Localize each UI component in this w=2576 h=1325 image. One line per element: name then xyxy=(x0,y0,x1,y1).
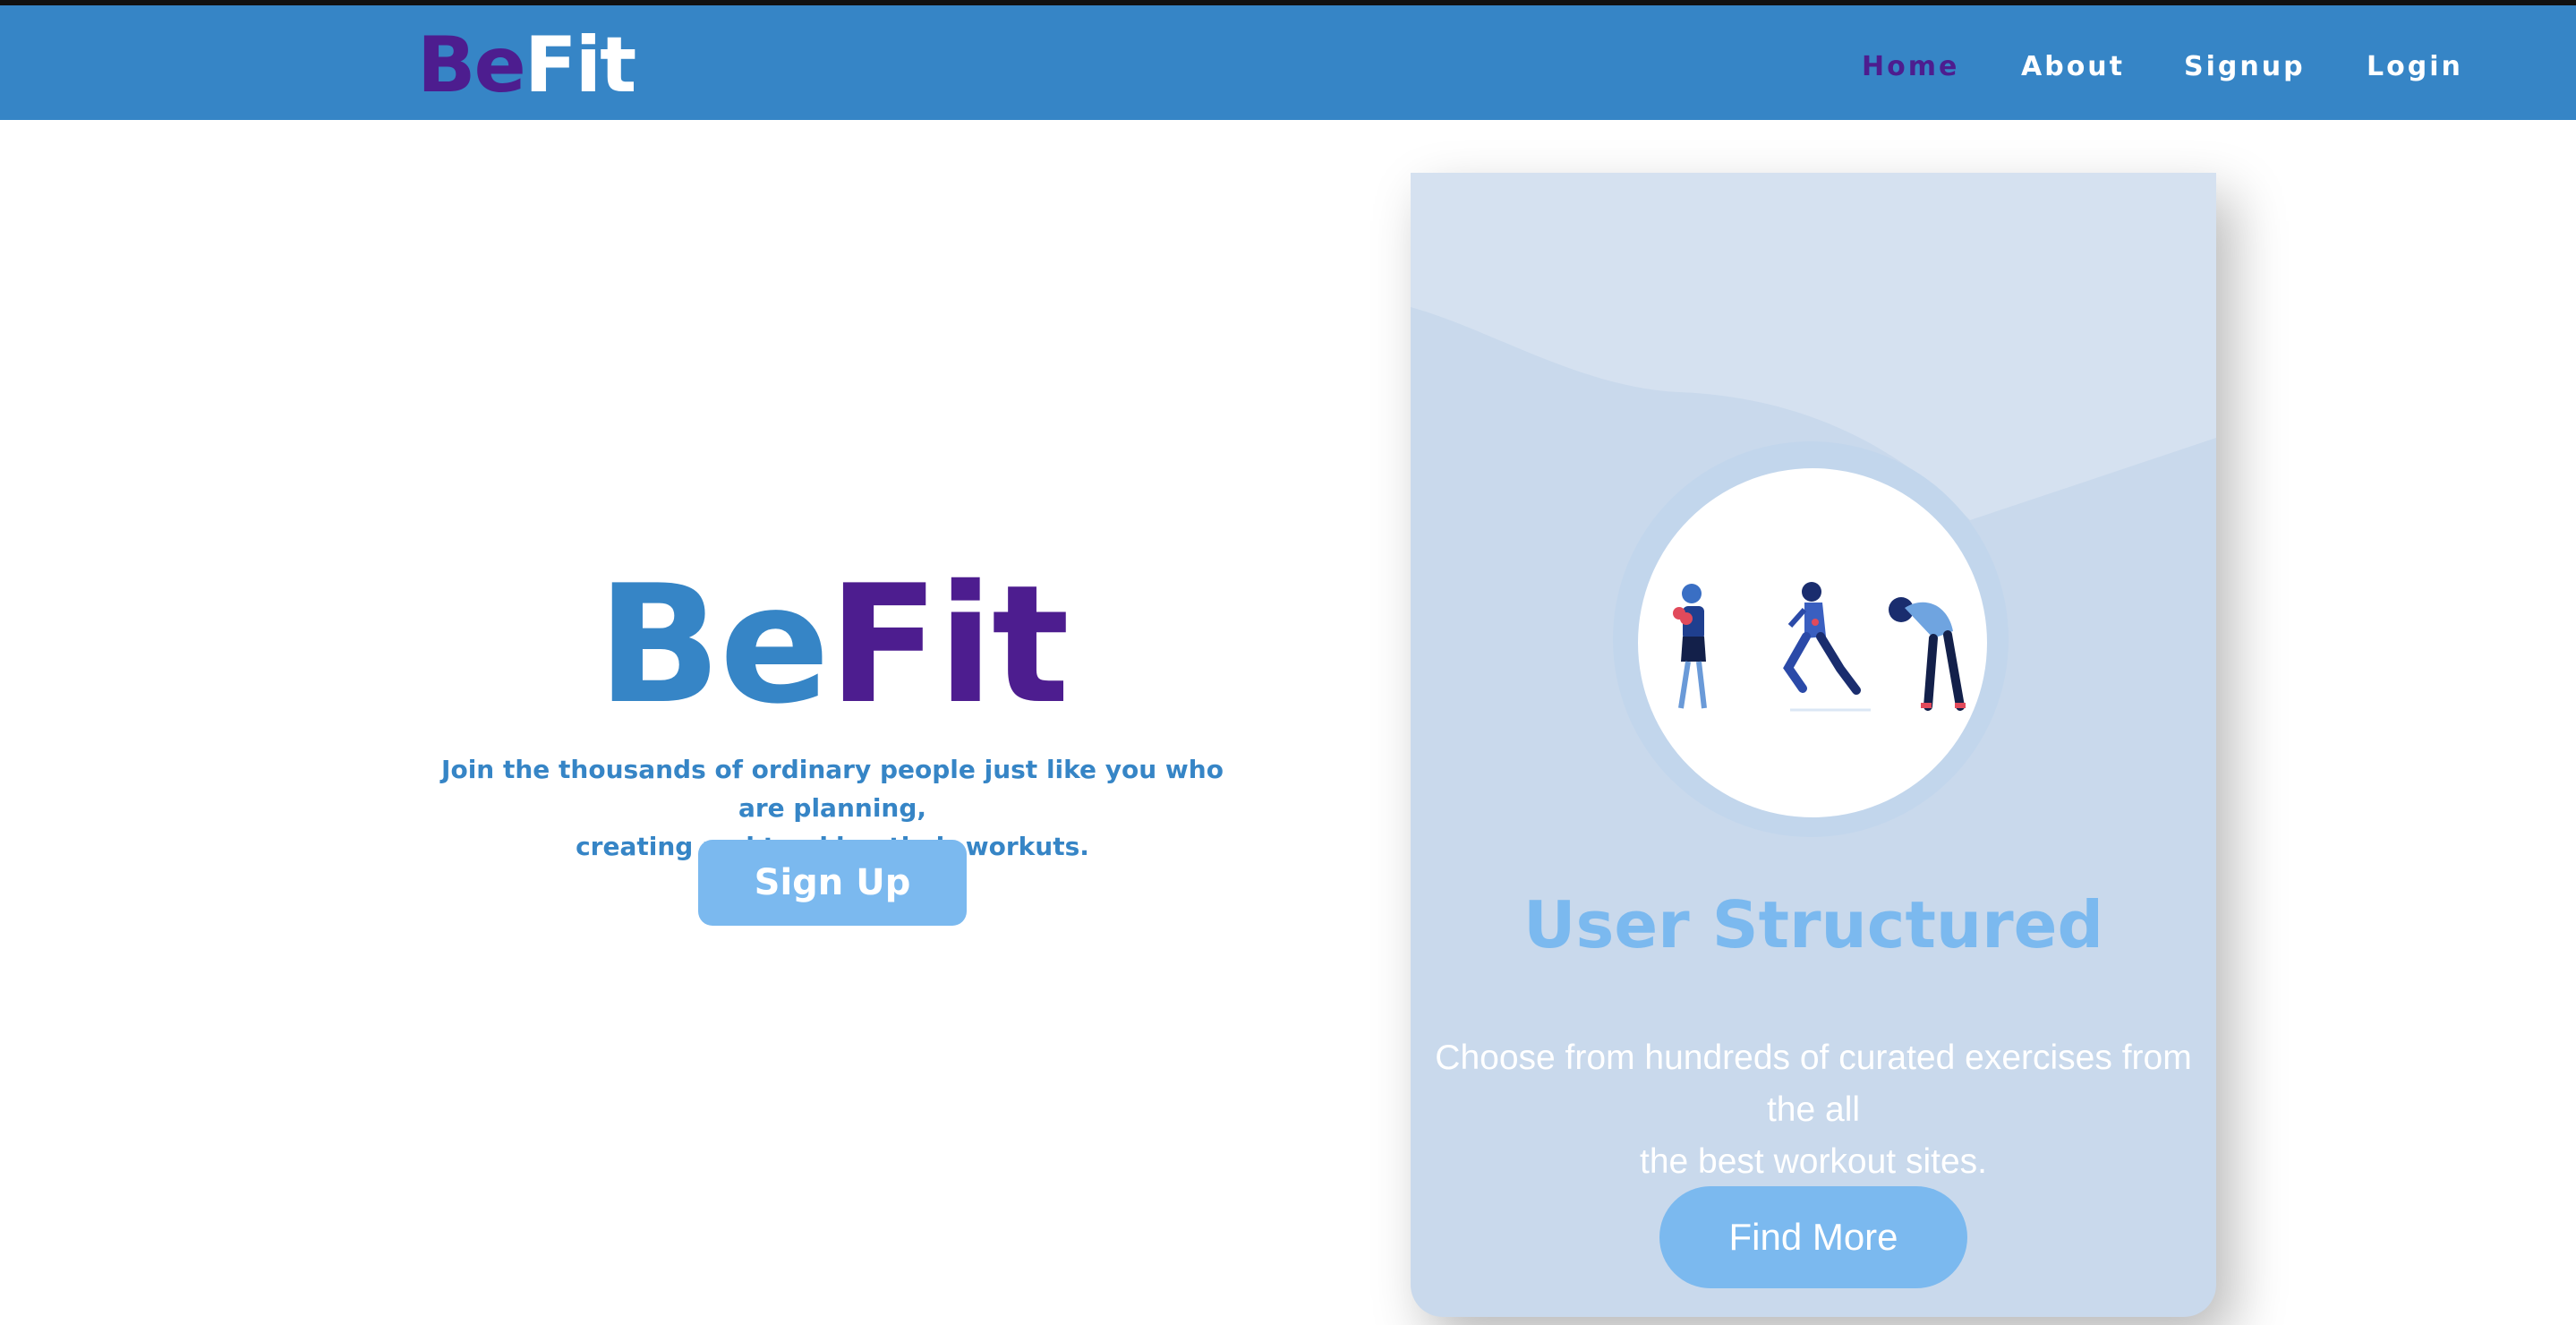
runner-figure xyxy=(1783,582,1861,695)
nav-signup-link[interactable]: Signup xyxy=(2184,45,2306,90)
navbar: BeFit Home About Signup Login xyxy=(0,5,2576,120)
feature-card: User Structured Choose from hundreds of … xyxy=(1411,173,2216,1317)
main-nav: Home About Signup Login xyxy=(1844,45,2470,90)
nav-home-link[interactable]: Home xyxy=(1862,45,1959,90)
card-description-line-2: the best workout sites. xyxy=(1639,1142,1988,1181)
hero-title-be: Be xyxy=(597,550,830,739)
card-title: User Structured xyxy=(1523,887,2103,962)
brand-logo[interactable]: BeFit xyxy=(417,16,636,115)
hero-title-fit: Fit xyxy=(828,550,1070,739)
brand-be: Be xyxy=(417,21,526,110)
brand-fit: Fit xyxy=(524,21,636,110)
stretching-figure xyxy=(1889,597,1966,711)
nav-login-link[interactable]: Login xyxy=(2367,45,2463,90)
illustration-circle xyxy=(1638,468,1987,817)
card-description-line-1: Choose from hundreds of curated exercise… xyxy=(1435,1039,2192,1129)
hero-subtitle-line-1: Join the thousands of ordinary people ju… xyxy=(441,755,1224,823)
card-description: Choose from hundreds of curated exercise… xyxy=(1411,1032,2216,1188)
sign-up-button[interactable]: Sign Up xyxy=(698,840,967,926)
exercise-illustration xyxy=(1673,582,1966,712)
find-more-button[interactable]: Find More xyxy=(1659,1186,1967,1288)
boxer-figure xyxy=(1673,584,1707,709)
nav-about-link[interactable]: About xyxy=(2021,45,2125,90)
